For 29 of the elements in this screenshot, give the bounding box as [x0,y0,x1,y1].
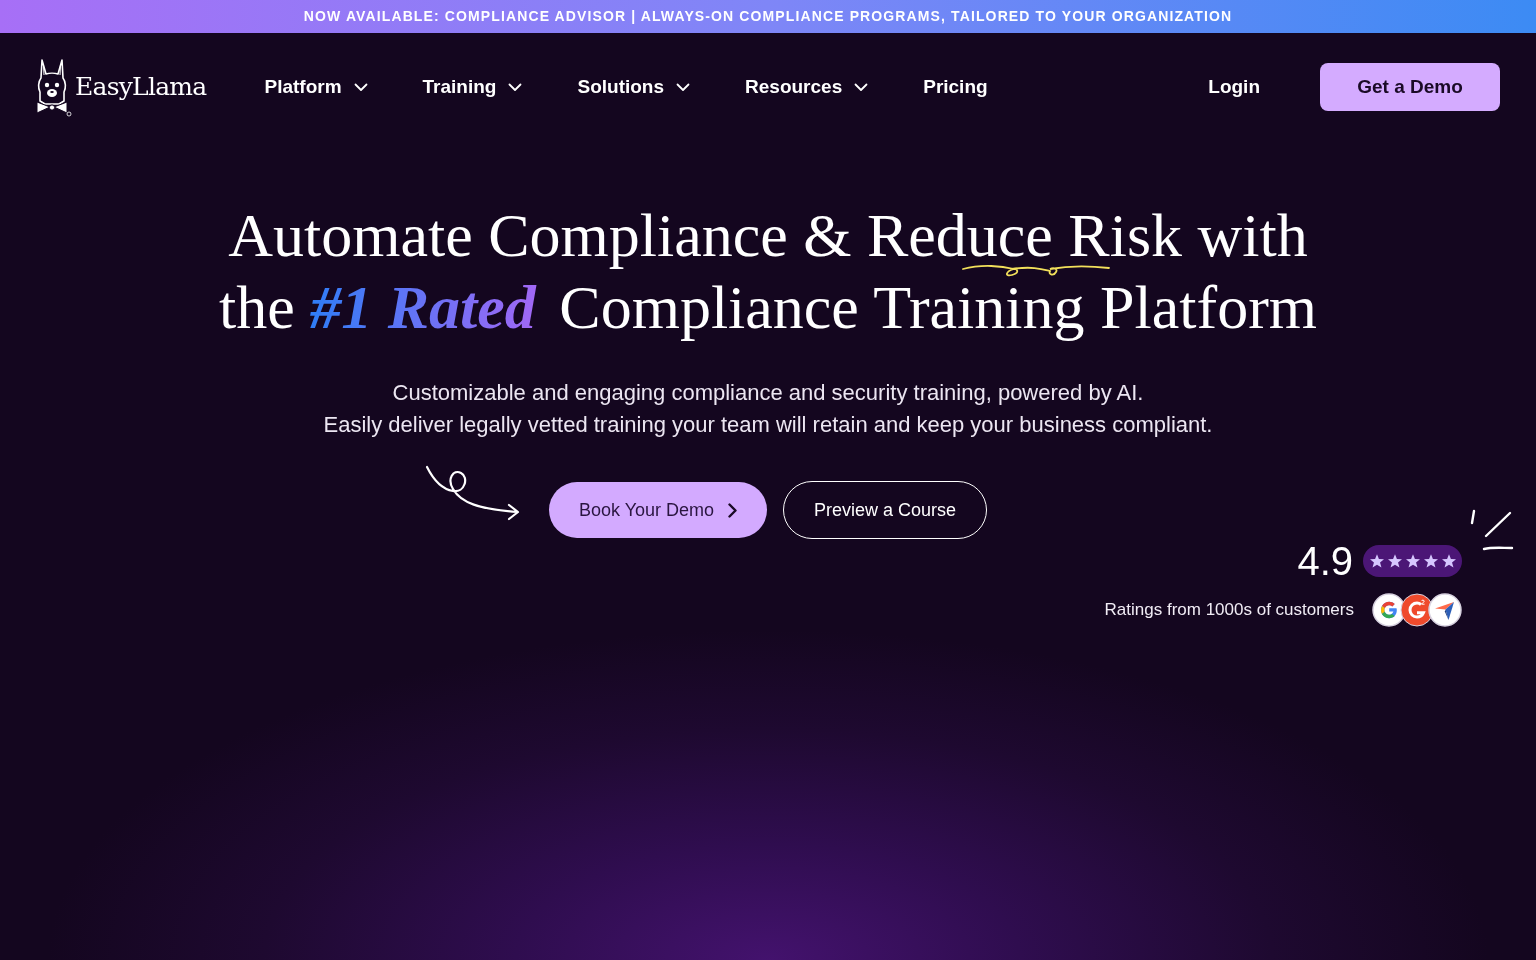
accent-strokes-icon [1470,509,1514,551]
chevron-down-icon [676,82,691,92]
book-demo-button[interactable]: Book Your Demo [549,482,767,538]
star-icon [1387,554,1402,568]
squiggle-underline-icon [962,263,1110,279]
chevron-down-icon [508,82,523,92]
nav-menu-item[interactable]: Resources [745,72,869,102]
star-icon [1369,554,1384,568]
star-icon [1405,554,1420,568]
llama-logo-icon [34,57,72,117]
hero-subtitle: Customizable and engaging compliance and security training, powered by AI. [392,379,1144,407]
paper-plane-logo-icon [1428,593,1462,627]
rating-score: 4.9 [1297,541,1353,581]
hero-heading: Automate Compliance & Reduce Risk with the #1 Rated Compliance Training Platform [218,200,1318,343]
login-link[interactable]: Login [1208,72,1260,102]
star-icon [1441,554,1456,568]
nav-menu-item[interactable]: Training [422,72,523,102]
chevron-down-icon [353,82,368,92]
nav-menu-item[interactable]: Solutions [577,72,691,102]
nav-menu-item[interactable]: Platform [264,72,368,102]
logo-link[interactable]: EasyLlama [34,57,207,117]
nav-link[interactable]: Pricing [923,72,988,102]
hero-subtitle: Easily deliver legally vetted training your team will retain and keep your business compliant. [323,411,1213,439]
chevron-right-icon [728,502,738,518]
ratings-caption: Ratings from 1000s of customers [1104,599,1354,622]
star-icon [1423,554,1438,568]
logo-wordmark: EasyLlama [75,71,207,104]
chevron-down-icon [854,82,869,92]
get-demo-button[interactable]: Get a Demo [1320,63,1500,111]
